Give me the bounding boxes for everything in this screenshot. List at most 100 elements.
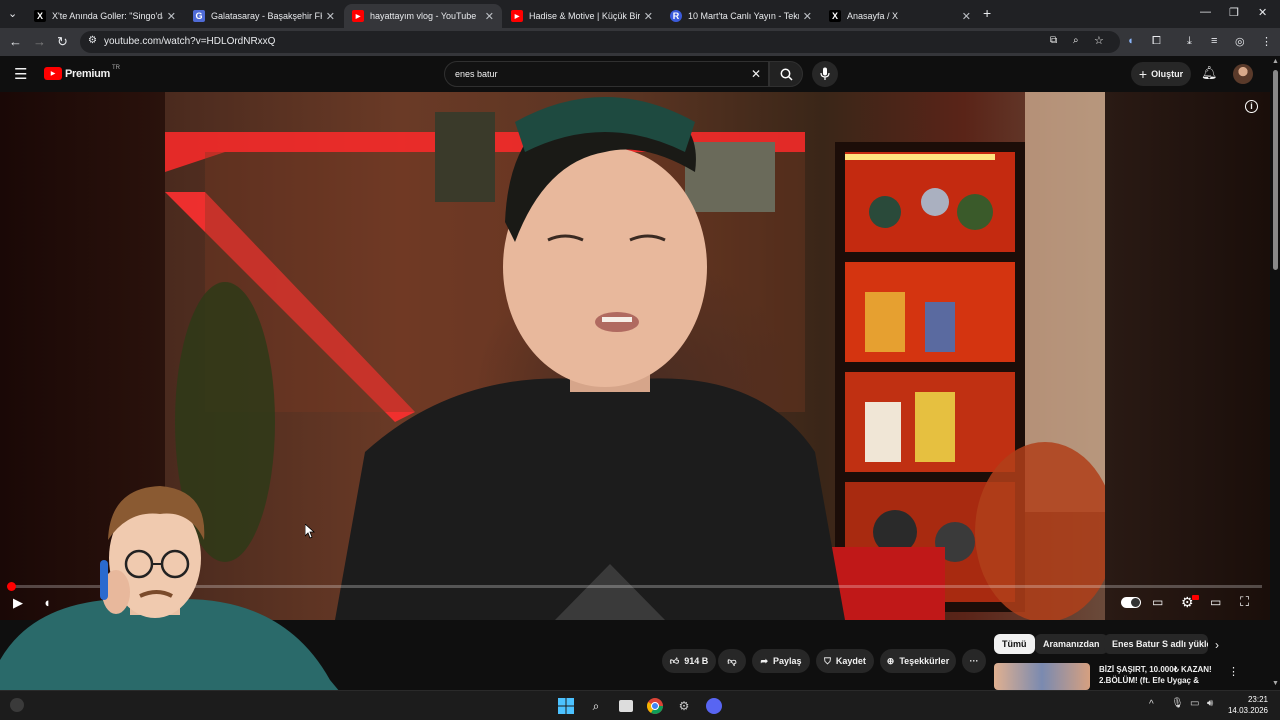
- url-text[interactable]: youtube.com/watch?v=HDLOrdNRxxQ: [104, 36, 275, 47]
- page-scrollbar[interactable]: ▲ ▼: [1270, 56, 1280, 690]
- subtitles-icon[interactable]: ▭: [1152, 595, 1163, 609]
- autoplay-knob: [1131, 598, 1140, 607]
- close-window-icon[interactable]: ✕: [1258, 6, 1267, 19]
- logo-text: Premium: [65, 67, 110, 80]
- hamburger-menu-icon[interactable]: ☰: [14, 65, 27, 83]
- youtube-play-logo-icon: ▶: [44, 67, 62, 80]
- rec-title-line1: BİZİ ŞAŞIRT, 10.000₺ KAZAN!: [1099, 665, 1212, 674]
- profile-icon[interactable]: ◎: [1235, 35, 1245, 48]
- chip-from-search[interactable]: Aramanızdan: [1035, 634, 1108, 654]
- tab-2-active[interactable]: ▶ hayattayım vlog - YouTube ✕: [344, 4, 502, 28]
- search-icon: [780, 68, 793, 81]
- zoom-icon[interactable]: ⌕: [1073, 35, 1079, 46]
- back-icon[interactable]: ←: [9, 34, 22, 49]
- share-button[interactable]: ➦ Paylaş: [752, 649, 810, 673]
- recommended-video-thumbnail[interactable]: [994, 663, 1090, 690]
- discord-icon[interactable]: [704, 696, 724, 716]
- recommended-video-title[interactable]: BİZİ ŞAŞIRT, 10.000₺ KAZAN! 2.BÖLÜM! (ft…: [1099, 664, 1221, 686]
- ambient-right: [1105, 92, 1270, 620]
- tray-overflow-icon[interactable]: ^: [1149, 699, 1154, 710]
- extensions-icon[interactable]: ⧠: [1152, 35, 1161, 48]
- country-badge: TR: [111, 64, 120, 71]
- scroll-down-icon[interactable]: ▼: [1272, 680, 1279, 687]
- search-value[interactable]: enes batur: [455, 69, 498, 79]
- chip-all[interactable]: Tümü: [994, 634, 1035, 654]
- galatasaray-favicon-icon: G: [193, 10, 205, 22]
- chips-next-icon[interactable]: ›: [1215, 638, 1219, 652]
- plus-icon: +: [1138, 66, 1148, 82]
- notifications-bell-icon[interactable]: 🔔︎: [1201, 65, 1218, 81]
- account-avatar[interactable]: [1233, 64, 1253, 84]
- rec-title-line2: 2.BÖLÜM! (ft. Efe Uygaç &: [1099, 676, 1200, 685]
- tab-close-icon[interactable]: ✕: [644, 10, 653, 23]
- tab-3[interactable]: ▶ Hadise & Motive | Küçük Bir Yol ✕: [503, 4, 661, 28]
- tab-search-icon[interactable]: ⌄: [8, 7, 17, 20]
- autoplay-toggle[interactable]: [1121, 597, 1141, 608]
- tab-close-icon[interactable]: ✕: [167, 10, 176, 23]
- tab-title: Hadise & Motive | Küçük Bir Yol: [529, 11, 640, 21]
- reload-icon[interactable]: ↻: [57, 34, 68, 50]
- chip-label: Enes Batur S adlı yükley: [1112, 639, 1208, 649]
- tab-4[interactable]: R 10 Mart'ta Canlı Yayın - Tekrar ✕: [662, 4, 820, 28]
- windows-taskbar: ⌕ ⚙ ^ 🎙︎ ▭ 🔊︎ 23:21 14.03.2026: [0, 690, 1280, 720]
- widgets-icon[interactable]: [10, 698, 24, 712]
- browser-tab-strip: ⌄ X X'te Anında Goller: "Singo'dan ✕ G G…: [0, 0, 1280, 28]
- extension-audio-icon[interactable]: ◖: [1127, 35, 1134, 47]
- taskbar-search-icon[interactable]: ⌕: [586, 696, 606, 716]
- browser-toolbar: ← → ↻ ⚙ youtube.com/watch?v=HDLOrdNRxxQ …: [0, 28, 1280, 56]
- tab-1[interactable]: G Galatasaray - Başakşehir FK canlı ✕: [185, 4, 343, 28]
- more-actions-button[interactable]: ···: [962, 649, 986, 673]
- app-icon[interactable]: ⚙: [674, 696, 694, 716]
- tab-close-icon[interactable]: ✕: [962, 10, 971, 23]
- network-icon[interactable]: ▭: [1190, 698, 1199, 709]
- dislike-button[interactable]: 👎︎: [718, 649, 746, 673]
- windows-start-icon[interactable]: [556, 696, 576, 716]
- like-button[interactable]: 👍︎ 914 B: [662, 649, 716, 673]
- info-icon[interactable]: i: [1245, 100, 1258, 113]
- chrome-icon[interactable]: [645, 696, 665, 716]
- tab-close-icon[interactable]: ✕: [485, 10, 494, 23]
- tab-close-icon[interactable]: ✕: [326, 10, 335, 23]
- tab-close-icon[interactable]: ✕: [803, 10, 812, 23]
- download-icon[interactable]: ⤓: [1187, 35, 1192, 48]
- like-count: 914 B: [684, 656, 709, 666]
- speaker-icon[interactable]: 🔊︎: [1207, 698, 1213, 709]
- clock[interactable]: 23:21 14.03.2026: [1222, 694, 1268, 716]
- media-controls-icon[interactable]: ≡: [1211, 35, 1217, 47]
- new-tab-button[interactable]: +: [983, 5, 991, 21]
- theater-mode-icon[interactable]: ▭: [1210, 595, 1221, 609]
- microphone-tray-icon[interactable]: 🎙︎: [1171, 698, 1184, 709]
- create-button[interactable]: + Oluştur: [1131, 62, 1191, 86]
- tab-title: 10 Mart'ta Canlı Yayın - Tekrar: [688, 11, 799, 21]
- maximize-icon[interactable]: ❐: [1229, 6, 1239, 19]
- minimize-icon[interactable]: —: [1200, 6, 1211, 18]
- install-app-icon[interactable]: ⧉: [1050, 35, 1057, 46]
- bookmark-icon: ⛉: [824, 655, 831, 666]
- save-button[interactable]: ⛉ Kaydet: [816, 649, 874, 673]
- site-info-icon[interactable]: ⚙: [88, 35, 97, 46]
- webcam-overlay: [0, 480, 340, 692]
- search-input[interactable]: enes batur ✕: [444, 61, 769, 87]
- tab-title: hayattayım vlog - YouTube: [370, 11, 477, 21]
- address-bar[interactable]: ⚙ youtube.com/watch?v=HDLOrdNRxxQ ⧉ ⌕ ☆: [80, 31, 1120, 53]
- fullscreen-icon[interactable]: ⛶: [1240, 594, 1249, 610]
- x-favicon-icon: X: [34, 10, 46, 22]
- menu-kebab-icon[interactable]: ⋮: [1261, 35, 1272, 48]
- tab-0[interactable]: X X'te Anında Goller: "Singo'dan ✕: [26, 4, 184, 28]
- tab-5[interactable]: X Anasayfa / X ✕: [821, 4, 979, 28]
- forward-icon[interactable]: →: [33, 34, 46, 49]
- clear-search-icon[interactable]: ✕: [751, 67, 761, 81]
- scroll-thumb[interactable]: [1273, 70, 1278, 270]
- recommendation-menu-icon[interactable]: ⋮: [1228, 665, 1239, 678]
- youtube-logo[interactable]: ▶ Premium TR: [44, 64, 120, 80]
- youtube-header: ☰ ▶ Premium TR enes batur ✕ + Oluştur 🔔︎: [0, 56, 1280, 92]
- scroll-up-icon[interactable]: ▲: [1272, 58, 1279, 65]
- thanks-button[interactable]: ⊕ Teşekkürler: [880, 649, 956, 673]
- voice-search-button[interactable]: [812, 61, 838, 87]
- search-button[interactable]: [769, 61, 803, 87]
- share-label: Paylaş: [773, 656, 802, 666]
- chip-uploader[interactable]: Enes Batur S adlı yükley: [1104, 634, 1208, 654]
- bookmark-star-icon[interactable]: ☆: [1094, 34, 1104, 47]
- task-view-icon[interactable]: [616, 696, 636, 716]
- tab-title: Anasayfa / X: [847, 11, 899, 21]
